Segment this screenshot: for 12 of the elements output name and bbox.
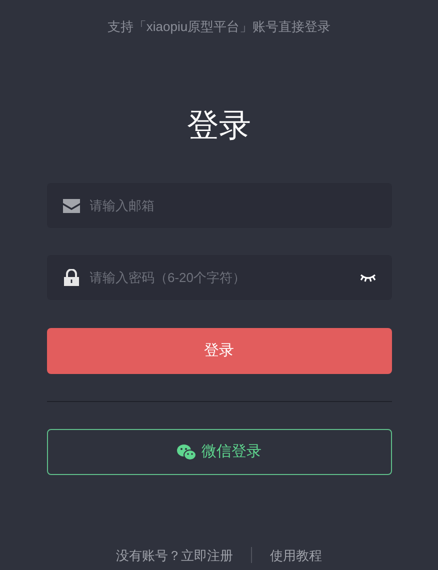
register-link[interactable]: 没有账号？立即注册: [116, 546, 251, 565]
chat-bubbles-icon: [176, 444, 196, 460]
password-field[interactable]: 请输入密码（6-20个字符）: [46, 255, 392, 300]
login-button[interactable]: 登录: [46, 328, 392, 374]
email-field[interactable]: 请输入邮箱: [46, 183, 392, 228]
wechat-login-button[interactable]: 微信登录: [46, 429, 392, 475]
tutorial-link[interactable]: 使用教程: [252, 546, 322, 565]
page-title: 登录: [187, 106, 251, 145]
lock-icon: [62, 269, 80, 286]
closed-eye-icon[interactable]: [360, 273, 376, 282]
subtitle: 支持「xiaopiu原型平台」账号直接登录: [107, 18, 331, 36]
envelope-icon: [62, 199, 80, 213]
